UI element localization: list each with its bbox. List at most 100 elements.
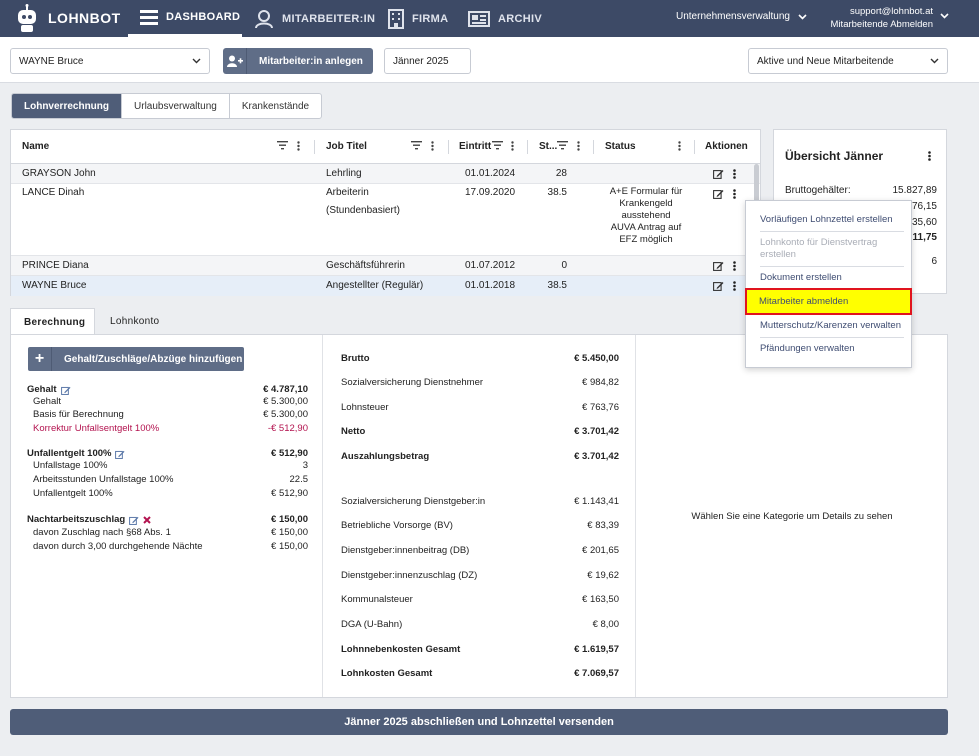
- filter-icon[interactable]: [411, 141, 422, 153]
- edit-icon[interactable]: [713, 261, 724, 274]
- calc-line-label: Korrektur Unfallsentgelt 100%: [33, 423, 160, 434]
- column-menu-icon[interactable]: [431, 141, 434, 154]
- menu-item-mitarbeiter-abmelden[interactable]: Mitarbeiter abmelden: [745, 288, 912, 315]
- column-header-entry[interactable]: Eintritt: [459, 130, 491, 163]
- nav-firma[interactable]: FIRMA: [388, 0, 448, 37]
- column-separator[interactable]: [314, 140, 315, 154]
- tab-lohnverrechnung[interactable]: Lohnverrechnung: [12, 94, 123, 118]
- summary-row[interactable]: Sozialversicherung Dienstgeber:in € 1.143…: [341, 496, 619, 508]
- robot-logo-icon[interactable]: [14, 4, 40, 33]
- summary-row[interactable]: Dienstgeber:innenbeitrag (DB) € 201,65: [341, 545, 619, 557]
- overview-row: Bruttogehälter: 15.827,89: [785, 185, 937, 196]
- table-row[interactable]: PRINCE Diana Geschäftsführerin 01.07.201…: [11, 256, 760, 276]
- summary-row[interactable]: DGA (U-Bahn) € 8,00: [341, 619, 619, 631]
- row-actions-menu-icon[interactable]: [733, 169, 736, 182]
- overview-title: Übersicht Jänner: [785, 149, 884, 163]
- nav-archiv[interactable]: ARCHIV: [468, 0, 542, 37]
- summary-row[interactable]: Kommunalsteuer € 163,50: [341, 594, 619, 606]
- user-menu[interactable]: support@lohnbot.at Mitarbeitende Abmelde…: [831, 5, 933, 31]
- column-header-st[interactable]: St...: [539, 130, 557, 163]
- summary-label: Lohnsteuer: [341, 402, 389, 413]
- add-employee-label: Mitarbeiter:in anlegen: [259, 55, 363, 67]
- user-chevron-down-icon[interactable]: [940, 13, 949, 19]
- column-menu-icon[interactable]: [577, 141, 580, 154]
- column-separator[interactable]: [448, 140, 449, 154]
- column-menu-icon[interactable]: [297, 141, 300, 154]
- tab-lohnkonto[interactable]: Lohnkonto: [110, 308, 159, 335]
- column-header-name[interactable]: Name: [22, 130, 304, 163]
- edit-icon[interactable]: [60, 386, 71, 395]
- menu-item-dokument-erstellen[interactable]: Dokument erstellen: [748, 272, 909, 284]
- add-salary-items-button[interactable]: + Gehalt/Zuschläge/Abzüge hinzufügen: [28, 347, 244, 371]
- menu-item-pfaendungen[interactable]: Pfändungen verwalten: [748, 343, 909, 355]
- column-separator[interactable]: [527, 140, 528, 154]
- summary-row[interactable]: Dienstgeber:innenzuschlag (DZ) € 19,62: [341, 570, 619, 582]
- tab-krankenstaende[interactable]: Krankenstände: [230, 94, 321, 118]
- row-actions-menu-icon[interactable]: [733, 189, 736, 202]
- table-row-selected[interactable]: WAYNE Bruce Angestellter (Regulär) 01.01…: [11, 276, 760, 296]
- summary-row[interactable]: Lohnkosten Gesamt € 7.069,57: [341, 668, 619, 680]
- summary-row[interactable]: Netto € 3.701,42: [341, 426, 619, 438]
- row-actions-menu-icon[interactable]: [733, 261, 736, 274]
- nav-dashboard[interactable]: DASHBOARD: [128, 0, 242, 37]
- filter-icon[interactable]: [492, 141, 503, 153]
- summary-row[interactable]: Betriebliche Vorsorge (BV) € 83,39: [341, 520, 619, 532]
- column-menu-icon[interactable]: [511, 141, 514, 154]
- group-unfallentgelt[interactable]: Unfallentgelt 100% € 512,90: [27, 448, 308, 460]
- column-header-job[interactable]: Job Titel: [326, 130, 367, 163]
- top-navigation: LOHNBOT DASHBOARD MITARBEITER:IN FIRMA A…: [0, 0, 979, 37]
- edit-icon[interactable]: [713, 189, 724, 202]
- group-gehalt[interactable]: Gehalt € 4.787,10: [27, 384, 308, 396]
- cell-name: PRINCE Diana: [22, 260, 89, 271]
- filter-icon[interactable]: [557, 141, 568, 153]
- summary-value: € 1.143,41: [574, 496, 619, 507]
- column-menu-icon[interactable]: [678, 141, 681, 154]
- filter-icon[interactable]: [277, 141, 288, 153]
- calc-line: Unfallentgelt 100% € 512,90: [33, 488, 308, 500]
- add-employee-button[interactable]: Mitarbeiter:in anlegen: [223, 48, 373, 74]
- tab-urlaubsverwaltung[interactable]: Urlaubsverwaltung: [122, 94, 230, 118]
- calc-line-label: Unfallstage 100%: [33, 460, 108, 471]
- brand-name[interactable]: LOHNBOT: [48, 10, 121, 26]
- nav-mitarbeiter[interactable]: MITARBEITER:IN: [254, 0, 375, 37]
- summary-row[interactable]: Brutto € 5.450,00: [341, 353, 619, 365]
- menu-item-vorlaeufiger-lohnzettel[interactable]: Vorläufigen Lohnzettel erstellen: [748, 214, 909, 226]
- tab-berechnung[interactable]: Berechnung: [10, 308, 95, 335]
- calc-line: Arbeitsstunden Unfallstage 100% 22.5: [33, 474, 308, 486]
- row-actions-menu-icon[interactable]: [733, 281, 736, 294]
- tenant-switcher[interactable]: Unternehmensverwaltung: [676, 11, 807, 22]
- table-row[interactable]: LANCE Dinah Arbeiterin (Stundenbasiert) …: [11, 184, 760, 256]
- edit-icon[interactable]: [713, 281, 724, 294]
- group-nachtarbeitszuschlag[interactable]: Nachtarbeitszuschlag € 150,00: [27, 514, 308, 526]
- cell-entry: 17.09.2020: [465, 187, 516, 198]
- summary-value: € 163,50: [582, 594, 619, 605]
- menu-divider: [760, 266, 904, 267]
- period-input[interactable]: Jänner 2025: [384, 48, 471, 74]
- finish-period-button[interactable]: Jänner 2025 abschließen und Lohnzettel v…: [10, 709, 948, 735]
- delete-x-icon[interactable]: [143, 516, 151, 524]
- group-value: € 4.787,10: [263, 384, 308, 395]
- column-header-name-label: Name: [22, 141, 50, 152]
- table-row[interactable]: GRAYSON John Lehrling 01.01.2024 28: [11, 164, 760, 184]
- overview-menu-icon[interactable]: [928, 151, 931, 164]
- summary-label: Lohnnebenkosten Gesamt: [341, 644, 461, 655]
- column-header-actions: Aktionen: [705, 130, 748, 163]
- status-line: AUVA Antrag auf: [610, 222, 682, 233]
- summary-row[interactable]: Lohnsteuer € 763,76: [341, 402, 619, 414]
- column-header-status[interactable]: Status: [605, 130, 636, 163]
- menu-item-mutterschutz-karenzen[interactable]: Mutterschutz/Karenzen verwalten: [748, 320, 909, 332]
- column-separator[interactable]: [694, 140, 695, 154]
- edit-icon[interactable]: [115, 450, 125, 459]
- summary-row[interactable]: Auszahlungsbetrag € 3.701,42: [341, 451, 619, 463]
- summary-label: Kommunalsteuer: [341, 594, 413, 605]
- cell-entry: 01.07.2012: [465, 260, 516, 271]
- employee-select[interactable]: WAYNE Bruce: [10, 48, 210, 74]
- edit-icon[interactable]: [129, 516, 139, 525]
- summary-row[interactable]: Lohnnebenkosten Gesamt € 1.619,57: [341, 644, 619, 656]
- calc-line-value: € 5.300,00: [263, 396, 308, 407]
- edit-icon[interactable]: [713, 169, 724, 182]
- overview-value: 6: [931, 256, 937, 267]
- column-separator[interactable]: [593, 140, 594, 154]
- employee-filter-select[interactable]: Aktive und Neue Mitarbeitende: [748, 48, 948, 74]
- summary-row[interactable]: Sozialversicherung Dienstnehmer € 984,82: [341, 377, 619, 389]
